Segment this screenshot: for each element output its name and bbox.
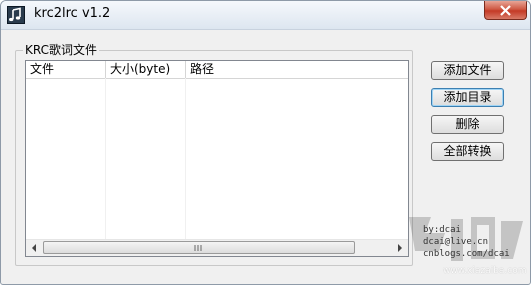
close-icon	[500, 5, 511, 16]
watermark-url: www.xiazaiba.com	[443, 266, 527, 276]
column-header-path[interactable]: 路径	[186, 61, 408, 78]
scroll-left-button[interactable]	[26, 240, 43, 256]
delete-button[interactable]: 删除	[431, 115, 504, 134]
column-divider	[105, 78, 106, 239]
convert-all-button[interactable]: 全部转换	[431, 142, 504, 161]
column-header-size[interactable]: 大小(byte)	[106, 61, 186, 78]
music-note-icon	[7, 6, 25, 24]
title-bar[interactable]: krc2lrc v1.2	[1, 1, 530, 30]
file-list[interactable]: 文件 大小(byte) 路径	[25, 60, 409, 257]
close-button[interactable]	[484, 1, 527, 20]
grip-icon	[194, 245, 202, 251]
credit-author: by:dcai	[423, 225, 461, 235]
add-file-button[interactable]: 添加文件	[431, 61, 504, 80]
credit-email: dcai@live.cn	[423, 237, 489, 247]
horizontal-scrollbar[interactable]	[26, 239, 408, 256]
app-window: krc2lrc v1.2 KRC歌词文件 文件 大小(byte) 路径 添加文件…	[0, 0, 531, 285]
scroll-thumb[interactable]	[43, 241, 355, 254]
window-title: krc2lrc v1.2	[34, 6, 111, 21]
credits: by:dcai dcai@live.cn cnblogs.com/dcai	[423, 224, 510, 260]
group-label: KRC歌词文件	[23, 41, 99, 58]
arrow-left-icon	[32, 244, 36, 252]
credit-blog: cnblogs.com/dcai	[423, 249, 510, 259]
column-header-file[interactable]: 文件	[26, 61, 106, 78]
list-header: 文件 大小(byte) 路径	[26, 61, 408, 79]
add-directory-button[interactable]: 添加目录	[431, 88, 504, 107]
column-divider	[185, 78, 186, 239]
